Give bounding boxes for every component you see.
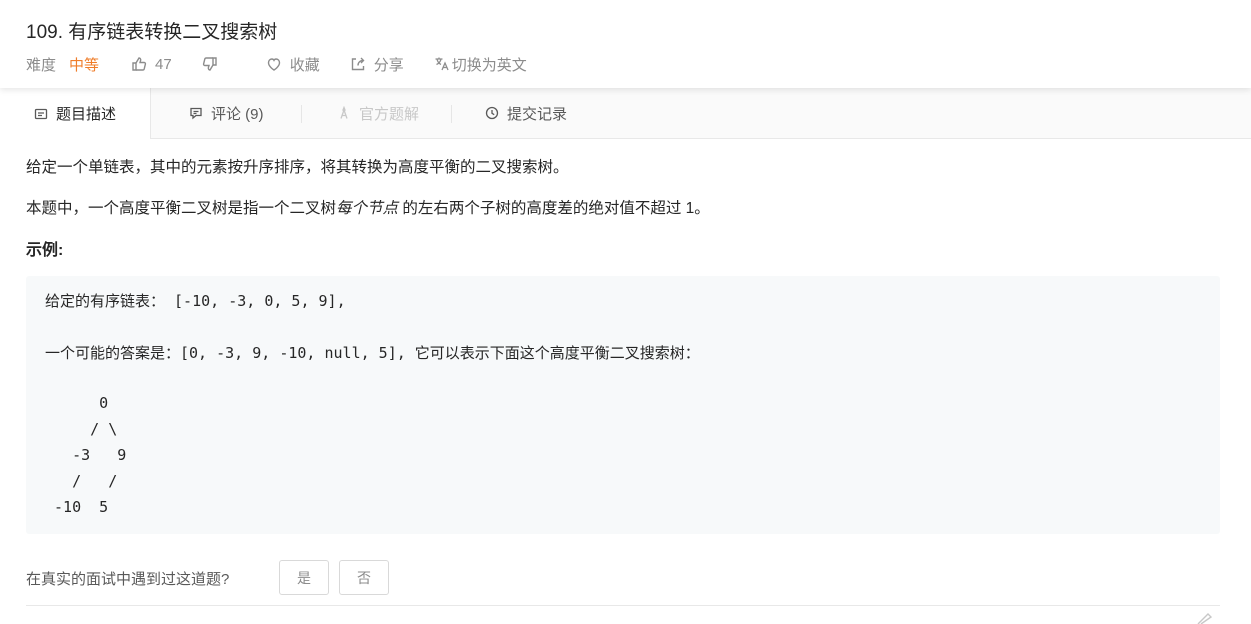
problem-header: 109. 有序链表转换二叉搜索树 难度 中等 47 收藏 分享 切换为英文 [0, 0, 1251, 88]
tab-submissions[interactable]: 提交记录 [485, 88, 567, 138]
tab-divider [301, 105, 302, 123]
thumbs-up-icon [132, 57, 147, 71]
code-line: 一个可能的答案是：[0, -3, 9, -10, null, 5], 它可以表示… [45, 344, 700, 362]
solution-icon [340, 106, 348, 119]
translate-icon [435, 57, 449, 71]
code-line: -10 5 [45, 498, 109, 516]
interview-feedback-question: 在真实的面试中遇到过这道题? [26, 570, 230, 588]
thumbs-down-icon [202, 57, 217, 71]
description-paragraph: 给定一个单链表，其中的元素按升序排序，将其转换为高度平衡的二叉搜索树。 [26, 159, 569, 176]
code-line: -3 9 [45, 446, 127, 464]
tab-description[interactable]: 题目描述 [0, 88, 151, 139]
example-code-block: 给定的有序链表： [-10, -3, 0, 5, 9], 一个可能的答案是：[0… [26, 276, 1220, 534]
divider [26, 605, 1220, 606]
like-count: 47 [155, 55, 172, 73]
edit-icon[interactable] [1194, 612, 1214, 624]
share-label: 分享 [373, 56, 404, 74]
example-heading: 示例: [26, 242, 64, 259]
tab-divider [451, 105, 452, 123]
code-line: / \ [45, 420, 118, 438]
emphasis-text: 每个节点 [336, 200, 399, 217]
description-icon [34, 108, 48, 119]
comment-icon [190, 107, 202, 120]
dislike-button[interactable] [202, 56, 226, 72]
tab-comments-label: 评论 (9) [211, 105, 264, 123]
difficulty-label: 难度 [26, 56, 57, 74]
tab-description-label: 题目描述 [55, 106, 116, 123]
code-line: 给定的有序链表： [-10, -3, 0, 5, 9], [45, 292, 346, 310]
problem-meta-bar: 难度 中等 47 收藏 分享 切换为英文 [26, 54, 557, 74]
description-text: 本题中，一个高度平衡二叉树是指一个二叉树 [26, 200, 337, 217]
description-text: 的左右两个子树的高度差的绝对值不超过 1。 [398, 200, 710, 217]
favorite-button[interactable]: 收藏 [266, 54, 320, 75]
description-paragraph: 本题中，一个高度平衡二叉树是指一个二叉树每个节点 的左右两个子树的高度差的绝对值… [26, 196, 710, 218]
code-line: 0 [45, 394, 109, 412]
tab-bar: 题目描述 评论 (9) 官方题解 提交记录 [0, 88, 1251, 139]
tab-solution-label: 官方题解 [359, 105, 420, 123]
share-button[interactable]: 分享 [350, 54, 404, 75]
heart-icon [267, 58, 280, 71]
switch-language-label: 切换为英文 [451, 56, 527, 74]
tab-submissions-label: 提交记录 [507, 105, 568, 123]
page-title: 109. 有序链表转换二叉搜索树 [26, 22, 278, 43]
feedback-yes-button[interactable]: 是 [279, 560, 329, 595]
tab-solution: 官方题解 [337, 88, 419, 138]
clock-icon [485, 106, 499, 120]
like-button[interactable]: 47 [131, 56, 172, 73]
share-icon [351, 57, 365, 71]
difficulty-badge: 中等 [69, 56, 100, 74]
feedback-no-button[interactable]: 否 [339, 560, 389, 595]
switch-language-button[interactable]: 切换为英文 [434, 54, 527, 75]
tab-comments[interactable]: 评论 (9) [189, 88, 264, 138]
favorite-label: 收藏 [289, 56, 320, 74]
code-line: / / [45, 472, 118, 490]
